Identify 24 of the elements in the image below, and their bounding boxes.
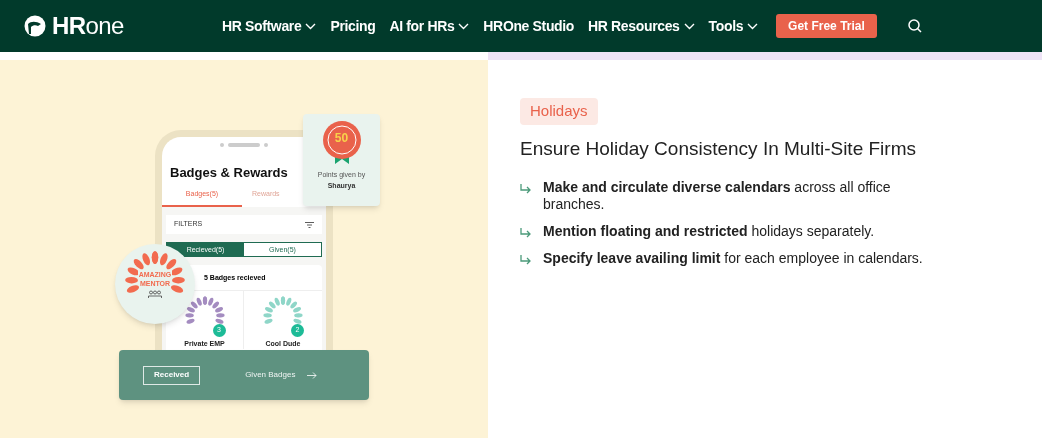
medal-icon (320, 120, 363, 166)
return-arrow-icon (520, 228, 532, 239)
return-arrow-icon (520, 184, 532, 195)
bullet-text: Specify leave availing limit for each employee in calendars. (543, 250, 924, 267)
return-arrow-icon (520, 255, 532, 266)
nav-link[interactable]: Tools (708, 15, 759, 37)
nav-link[interactable]: HR Software (222, 15, 317, 37)
search-icon[interactable] (906, 18, 923, 34)
category-tag: Holidays (520, 98, 598, 125)
nav-link[interactable]: AI for HRs (389, 15, 470, 37)
bullet-text: Make and circulate diverse calendars across all office branches. (543, 179, 892, 213)
nav-link[interactable]: HROne Studio (483, 15, 575, 37)
given-badges-link[interactable]: Given Badges (245, 369, 296, 381)
received-button[interactable]: Received (143, 365, 201, 385)
points-value: 50 (334, 130, 349, 147)
nav-link[interactable]: Pricing (330, 15, 376, 37)
logo-text[interactable]: HRone (52, 14, 124, 38)
bullet-text: Mention floating and restricted holidays separately. (543, 223, 876, 240)
logo-icon (24, 15, 46, 37)
section-heading: Ensure Holiday Consistency In Multi-Site Firms (520, 136, 917, 161)
nav-link[interactable]: HR Resources (588, 15, 695, 37)
filter-icon (305, 221, 314, 228)
arrow-right-icon (307, 371, 318, 379)
people-icon (148, 290, 162, 298)
